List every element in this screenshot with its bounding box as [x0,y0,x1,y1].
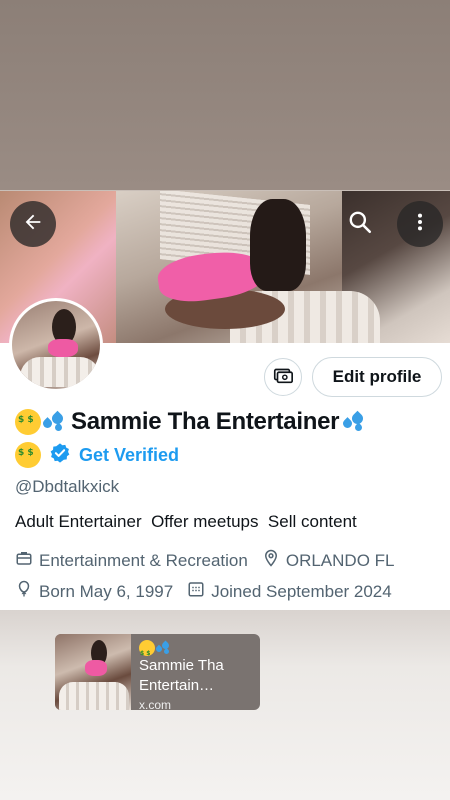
arrow-left-icon [22,211,44,238]
top-blank-area [0,0,450,190]
verification-row: Get Verified [15,440,179,470]
sweat-droplets-icon [154,640,173,656]
thumbnail-figure-outfit [85,660,107,676]
category-label: Entertainment & Recreation [39,550,248,570]
briefcase-icon [15,549,33,572]
link-preview-title: Sammie Tha Entertain… [139,657,224,694]
calendar-icon [187,580,205,603]
link-preview-text: Sammie Tha Entertain… x.com [131,634,260,710]
search-button[interactable] [337,201,383,247]
joined-label: Joined September 2024 [211,581,392,601]
money-mouth-face-icon [139,640,155,664]
bio: Adult Entertainer Offer meetups Sell con… [15,512,357,531]
location-pin-icon [262,549,280,572]
link-preview-card[interactable]: Sammie Tha Entertain… x.com [55,634,260,710]
joined-item: Joined September 2024 [187,580,392,603]
thumbnail-couch [59,682,129,710]
money-mouth-face-icon [15,409,41,435]
edit-profile-button[interactable]: Edit profile [312,357,442,397]
banner-figure-hair [250,199,306,291]
category-item: Entertainment & Recreation [15,549,248,572]
search-icon [347,209,373,240]
location-label: ORLANDO FL [285,550,395,570]
balloon-icon [15,580,33,603]
more-vertical-icon [409,211,431,238]
link-preview-title-row: Sammie Tha Entertain… [139,640,252,696]
sweat-droplets-icon [341,410,369,434]
location-item: ORLANDO FL [262,549,395,572]
more-options-button[interactable] [397,201,443,247]
verified-badge-icon[interactable] [49,442,71,469]
profile-meta-row: Entertainment & Recreation ORLANDO FL [15,549,408,572]
birthday-label: Born May 6, 1997 [39,581,174,601]
profile-meta-row: Born May 6, 1997 Joined September 2024 [15,580,406,603]
get-verified-link[interactable]: Get Verified [79,445,179,466]
avatar[interactable] [9,298,103,392]
back-button[interactable] [10,201,56,247]
tips-button[interactable] [264,358,302,396]
display-name-text: Sammie Tha Entertainer [71,408,340,435]
birthday-item: Born May 6, 1997 [15,580,173,603]
link-preview-thumbnail [55,634,131,710]
money-icon [272,364,294,391]
sweat-droplets-icon [41,410,69,434]
display-name: Sammie Tha Entertainer [15,405,369,439]
avatar-figure-outfit [48,339,78,357]
link-preview-domain: x.com [139,698,172,710]
money-mouth-face-icon [15,442,41,468]
avatar-couch [20,357,100,387]
user-handle: @Dbdtalkxick [15,477,120,496]
